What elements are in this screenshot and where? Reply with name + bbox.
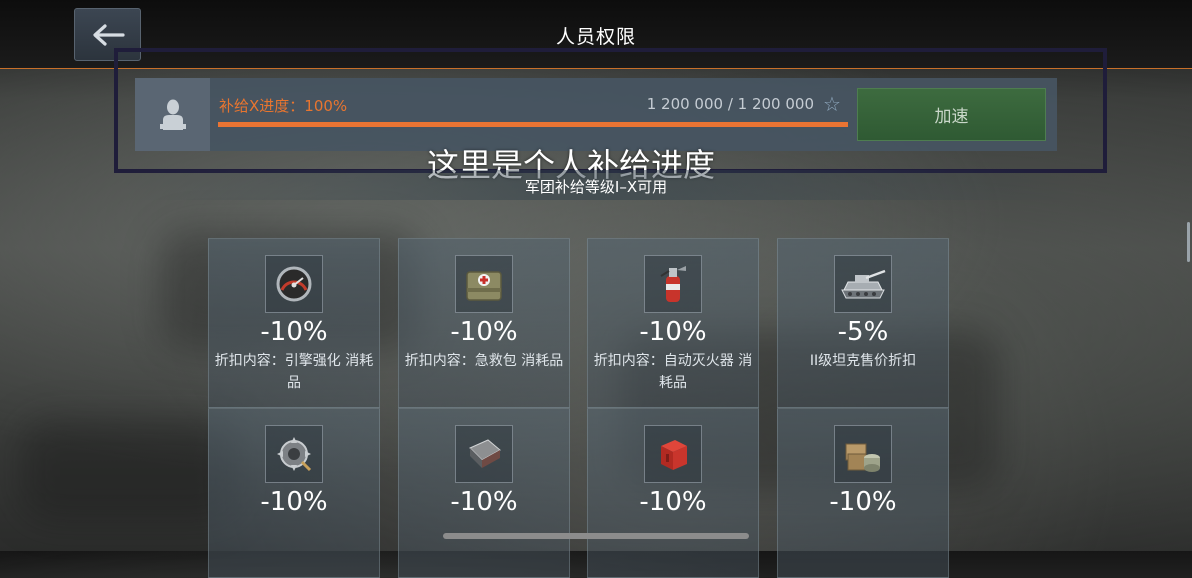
discount-description: 折扣内容：引擎强化 消耗品 (214, 353, 374, 391)
scrollbar[interactable] (1187, 222, 1190, 262)
red-crate-icon (644, 425, 702, 483)
discount-card[interactable]: -10% 折扣内容：自动灭火器 消耗品 (587, 238, 759, 408)
engine-gauge-icon (265, 255, 323, 313)
tank-icon (834, 255, 892, 313)
first-aid-kit-icon (455, 255, 513, 313)
discount-card[interactable]: -10% 折扣内容：引擎强化 消耗品 (208, 238, 380, 408)
discount-card[interactable]: -10% (398, 408, 570, 578)
discount-percent: -5% (837, 317, 889, 347)
supply-crates-icon (834, 425, 892, 483)
page-title: 人员权限 (555, 26, 636, 48)
discount-card[interactable]: -10% 折扣内容：急救包 消耗品 (398, 238, 570, 408)
discount-card[interactable]: -5% II级坦克售价折扣 (777, 238, 949, 408)
discount-percent: -10% (829, 487, 897, 517)
discount-description: 折扣内容：急救包 消耗品 (404, 353, 564, 369)
discount-percent: -10% (450, 317, 518, 347)
discount-percent: -10% (639, 487, 707, 517)
discount-percent: -10% (260, 487, 328, 517)
background-blur (20, 420, 240, 520)
gear-part-icon (265, 425, 323, 483)
discount-percent: -10% (639, 317, 707, 347)
armor-plate-icon (455, 425, 513, 483)
discount-card[interactable]: -10% (208, 408, 380, 578)
fire-extinguisher-icon (644, 255, 702, 313)
discount-percent: -10% (260, 317, 328, 347)
availability-text: 军团补给等级I–X可用 (524, 178, 668, 196)
discount-percent: -10% (450, 487, 518, 517)
discount-description: II级坦克售价折扣 (809, 353, 917, 369)
discount-card[interactable]: -10% (777, 408, 949, 578)
discount-card[interactable]: -10% (587, 408, 759, 578)
home-indicator[interactable] (443, 533, 749, 539)
discount-description: 折扣内容：自动灭火器 消耗品 (593, 353, 753, 391)
